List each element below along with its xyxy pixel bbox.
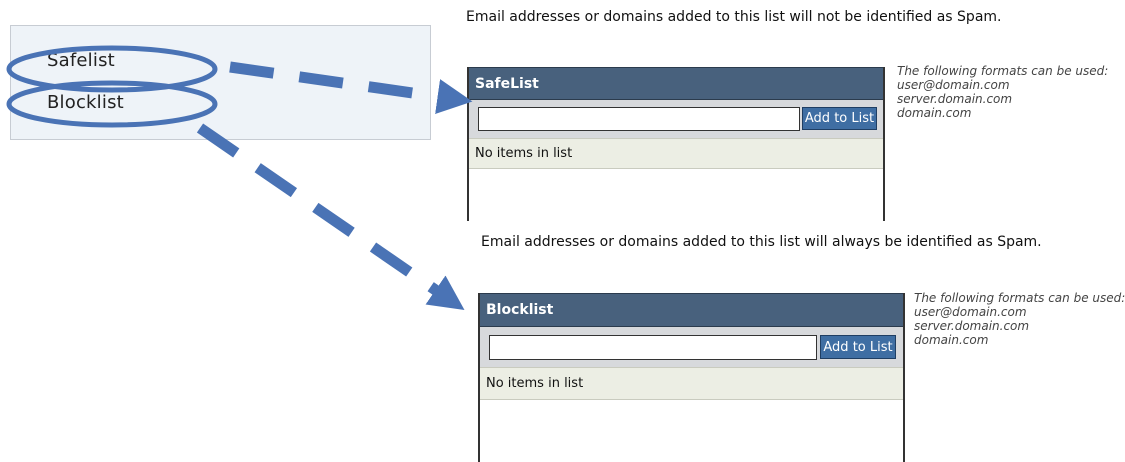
safelist-empty-message: No items in list — [469, 138, 883, 169]
safelist-format-item: user@domain.com — [897, 78, 1010, 92]
nav-item-safelist[interactable]: Safelist — [47, 50, 115, 71]
blocklist-add-button[interactable]: Add to List — [820, 335, 896, 359]
safelist-formats-heading: The following formats can be used: — [897, 64, 1109, 78]
nav-item-blocklist[interactable]: Blocklist — [47, 92, 124, 113]
blocklist-format-item: user@domain.com — [914, 305, 1027, 319]
safelist-description: Email addresses or domains added to this… — [466, 9, 1002, 25]
blocklist-arrow — [196, 123, 465, 310]
safelist-add-button[interactable]: Add to List — [802, 107, 877, 130]
blocklist-panel: Blocklist Add to List No items in list — [478, 293, 905, 462]
safelist-format-item: server.domain.com — [897, 92, 1013, 106]
blocklist-header: Blocklist — [480, 293, 903, 327]
blocklist-input[interactable] — [489, 335, 817, 360]
blocklist-input-row: Add to List — [480, 327, 903, 367]
blocklist-formats-heading: The following formats can be used: — [914, 291, 1125, 305]
blocklist-formats: The following formats can be used: user@… — [914, 291, 1125, 347]
safelist-formats: The following formats can be used: user@… — [897, 64, 1108, 120]
blocklist-description: Email addresses or domains added to this… — [481, 234, 1042, 250]
safelist-input[interactable] — [478, 107, 800, 131]
safelist-input-row: Add to List — [469, 100, 883, 138]
list-nav-panel: Safelist Blocklist — [10, 25, 431, 140]
blocklist-empty-message: No items in list — [480, 367, 903, 400]
blocklist-format-item: server.domain.com — [914, 319, 1030, 333]
safelist-format-item: domain.com — [897, 106, 972, 120]
safelist-panel: SafeList Add to List No items in list — [467, 67, 885, 221]
blocklist-format-item: domain.com — [914, 333, 989, 347]
safelist-header: SafeList — [469, 67, 883, 100]
